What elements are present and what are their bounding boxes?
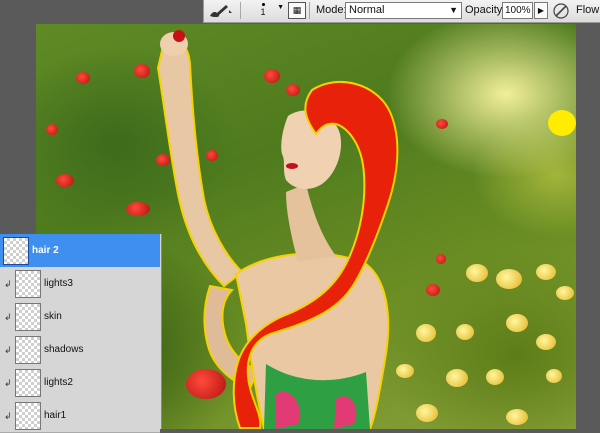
clipping-mask-icon: ↲: [4, 312, 12, 322]
clipping-mask-icon: ↲: [4, 279, 12, 289]
layer-thumbnail: [15, 270, 41, 298]
layer-row-lights2[interactable]: ↲ lights2: [0, 366, 160, 400]
brush-size-picker[interactable]: 1 ▼: [248, 1, 284, 19]
layer-thumbnail: [15, 402, 41, 430]
clipping-mask-icon: ↲: [4, 411, 12, 421]
layer-name: hair 2: [32, 245, 59, 256]
separator: [309, 2, 310, 19]
separator: [240, 2, 241, 19]
blend-mode-value: Normal: [349, 4, 385, 16]
brush-panel-icon: ▦: [292, 5, 302, 15]
layer-row-hair1[interactable]: ↲ hair1: [0, 399, 160, 433]
chevron-right-icon: ▶: [537, 6, 545, 15]
layer-row-shadows[interactable]: ↲ shadows: [0, 333, 160, 367]
yellow-brush-mark: [548, 110, 576, 136]
layer-row-skin[interactable]: ↲ skin: [0, 300, 160, 334]
chevron-down-icon: ▼: [449, 5, 458, 15]
layer-row-lights3[interactable]: ↲ lights3: [0, 267, 160, 301]
layer-name: shadows: [44, 344, 84, 355]
layer-name: hair1: [44, 410, 67, 421]
layer-thumbnail: [3, 237, 29, 265]
clipping-mask-icon: ↲: [4, 345, 12, 355]
pressure-opacity-icon: [553, 3, 569, 19]
opacity-slider-button[interactable]: ▶: [534, 2, 548, 19]
brush-tool-preset[interactable]: [208, 3, 234, 18]
clipping-mask-icon: ↲: [4, 378, 12, 388]
mode-label: Mode:: [316, 4, 347, 16]
chevron-down-icon: ▼: [277, 4, 284, 11]
layer-thumbnail: [15, 336, 41, 364]
tool-options-bar: 1 ▼ ▦ Mode: Normal ▼ Opacity: 100% ▶ Flo…: [203, 0, 600, 23]
pressure-opacity-button[interactable]: [552, 2, 570, 19]
flow-label: Flow:: [576, 4, 600, 16]
brush-size-value: 1: [260, 7, 266, 17]
brush-icon: [210, 5, 232, 18]
layer-row-hair-2[interactable]: hair 2: [0, 234, 160, 268]
layer-thumbnail: [15, 303, 41, 331]
layer-thumbnail: [15, 369, 41, 397]
layer-name: skin: [44, 311, 62, 322]
opacity-input[interactable]: 100%: [502, 2, 533, 19]
layer-name: lights3: [44, 278, 73, 289]
opacity-label: Opacity:: [465, 4, 506, 16]
toggle-brush-panel-button[interactable]: ▦: [288, 2, 306, 19]
brush-tip-icon: [261, 3, 265, 6]
layer-name: lights2: [44, 377, 73, 388]
layers-panel: hair 2 ↲ lights3 ↲ skin ↲ shadows ↲ ligh…: [0, 234, 162, 433]
blend-mode-select[interactable]: Normal ▼: [345, 2, 462, 19]
